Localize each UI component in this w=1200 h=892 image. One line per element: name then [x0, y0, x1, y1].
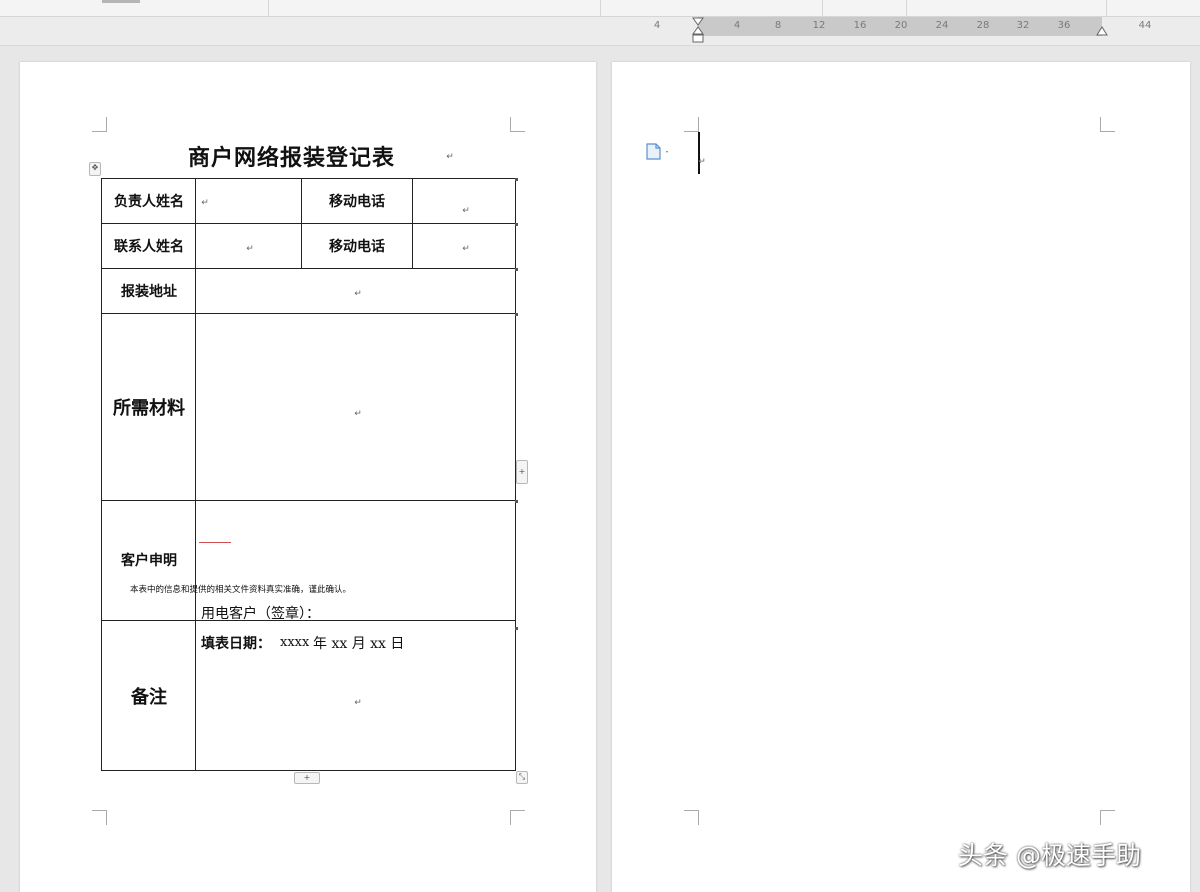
row-end-marker — [515, 268, 518, 271]
row-end-marker — [515, 313, 518, 316]
fill-date-rest: 年 xx 月 xx 日 — [313, 636, 405, 652]
table-row-divider — [102, 223, 515, 224]
table-column-divider — [301, 179, 302, 268]
table-move-handle[interactable]: ✥ — [89, 162, 101, 176]
table-resize-handle[interactable]: ⤡ — [516, 771, 528, 784]
document-page-1[interactable]: 商户网络报装登记表 ↵ ✥ 负责人姓名 ↵ 移动电话 ↵ 联系人姓名 ↵ 移动电… — [20, 62, 596, 892]
toolbar-separator — [906, 0, 907, 16]
person-in-charge-label: 负责人姓名 — [114, 194, 184, 210]
cell-end-mark: ↵ — [354, 698, 362, 708]
toolbar-separator — [600, 0, 601, 16]
margin-corner-mark — [1100, 117, 1115, 132]
install-address-label: 报装地址 — [121, 284, 177, 300]
row-end-marker — [515, 500, 518, 503]
ruler-tick-label: 4 — [733, 20, 741, 31]
customer-declaration-label: 客户申明 — [121, 553, 177, 569]
ruler-tick-label: 16 — [853, 20, 867, 31]
margin-corner-mark — [684, 810, 699, 825]
table-row-divider — [102, 268, 515, 269]
cell-end-mark: ↵ — [354, 409, 362, 419]
toolbar-separator — [268, 0, 269, 16]
cell-end-mark: ↵ — [354, 289, 362, 299]
toolbar-strip — [0, 0, 1200, 17]
toolbar-separator — [822, 0, 823, 16]
remarks-label: 备注 — [131, 687, 167, 708]
row-end-marker — [515, 178, 518, 181]
paragraph-layout-icon[interactable] — [644, 142, 672, 162]
cell-end-mark: ↵ — [246, 244, 254, 254]
paragraph-mark: ↵ — [698, 157, 706, 167]
ruler-tick-label: 44 — [1138, 20, 1152, 31]
table-row-divider — [102, 500, 515, 501]
right-indent-marker[interactable] — [1095, 26, 1109, 36]
table-column-divider — [195, 179, 196, 770]
margin-corner-mark — [92, 810, 107, 825]
cell-end-mark: ↵ — [201, 198, 209, 208]
margin-corner-mark — [510, 810, 525, 825]
ruler-tick-label: 24 — [935, 20, 949, 31]
mobile-phone-label: 移动电话 — [329, 194, 385, 210]
contact-person-label: 联系人姓名 — [114, 239, 184, 255]
cell-end-mark: ↵ — [462, 206, 470, 216]
toolbar-separator — [1106, 0, 1107, 16]
ruler-tick-label: 12 — [812, 20, 826, 31]
margin-corner-mark — [684, 117, 699, 132]
row-end-marker — [515, 627, 518, 630]
signature-line: 用电客户（签章）： — [201, 606, 320, 622]
text-cursor — [698, 132, 700, 174]
margin-corner-mark — [1100, 810, 1115, 825]
add-column-handle[interactable]: + — [516, 460, 528, 484]
ruler-tick-label: 8 — [774, 20, 782, 31]
mobile-phone-label: 移动电话 — [329, 239, 385, 255]
form-title: 商户网络报装登记表 — [188, 145, 396, 171]
cell-end-mark: ↵ — [462, 244, 470, 254]
horizontal-ruler[interactable]: 4 4 8 12 16 20 24 28 32 36 44 — [0, 17, 1200, 46]
ruler-tick-label: 32 — [1016, 20, 1030, 31]
ruler-tick-label: 36 — [1057, 20, 1071, 31]
watermark-text: 头条 @极速手助 — [958, 841, 1141, 870]
ruler-tick-label: 4 — [653, 20, 661, 31]
ruler-tick-label: 28 — [976, 20, 990, 31]
paragraph-mark: ↵ — [446, 152, 454, 162]
table-column-divider — [412, 179, 413, 268]
form-table: 负责人姓名 ↵ 移动电话 ↵ 联系人姓名 ↵ 移动电话 ↵ 报装地址 ↵ 所需材… — [101, 178, 516, 771]
declaration-statement: 本表中的信息和提供的相关文件资料真实准确，谨此确认。 — [130, 585, 352, 595]
fill-date-year: xxxx — [280, 635, 310, 650]
row-end-marker — [515, 223, 518, 226]
margin-corner-mark — [510, 117, 525, 132]
document-page-2[interactable]: ↵ — [612, 62, 1190, 892]
spellcheck-underline — [199, 540, 231, 543]
first-line-indent-marker[interactable] — [691, 17, 705, 44]
table-row-divider — [102, 313, 515, 314]
fill-date-label: 填表日期： — [201, 636, 271, 652]
toolbar-tab-indicator — [102, 0, 140, 3]
add-row-handle[interactable]: + — [294, 772, 320, 784]
margin-corner-mark — [92, 117, 107, 132]
required-materials-label: 所需材料 — [113, 398, 185, 419]
ruler-tick-label: 20 — [894, 20, 908, 31]
